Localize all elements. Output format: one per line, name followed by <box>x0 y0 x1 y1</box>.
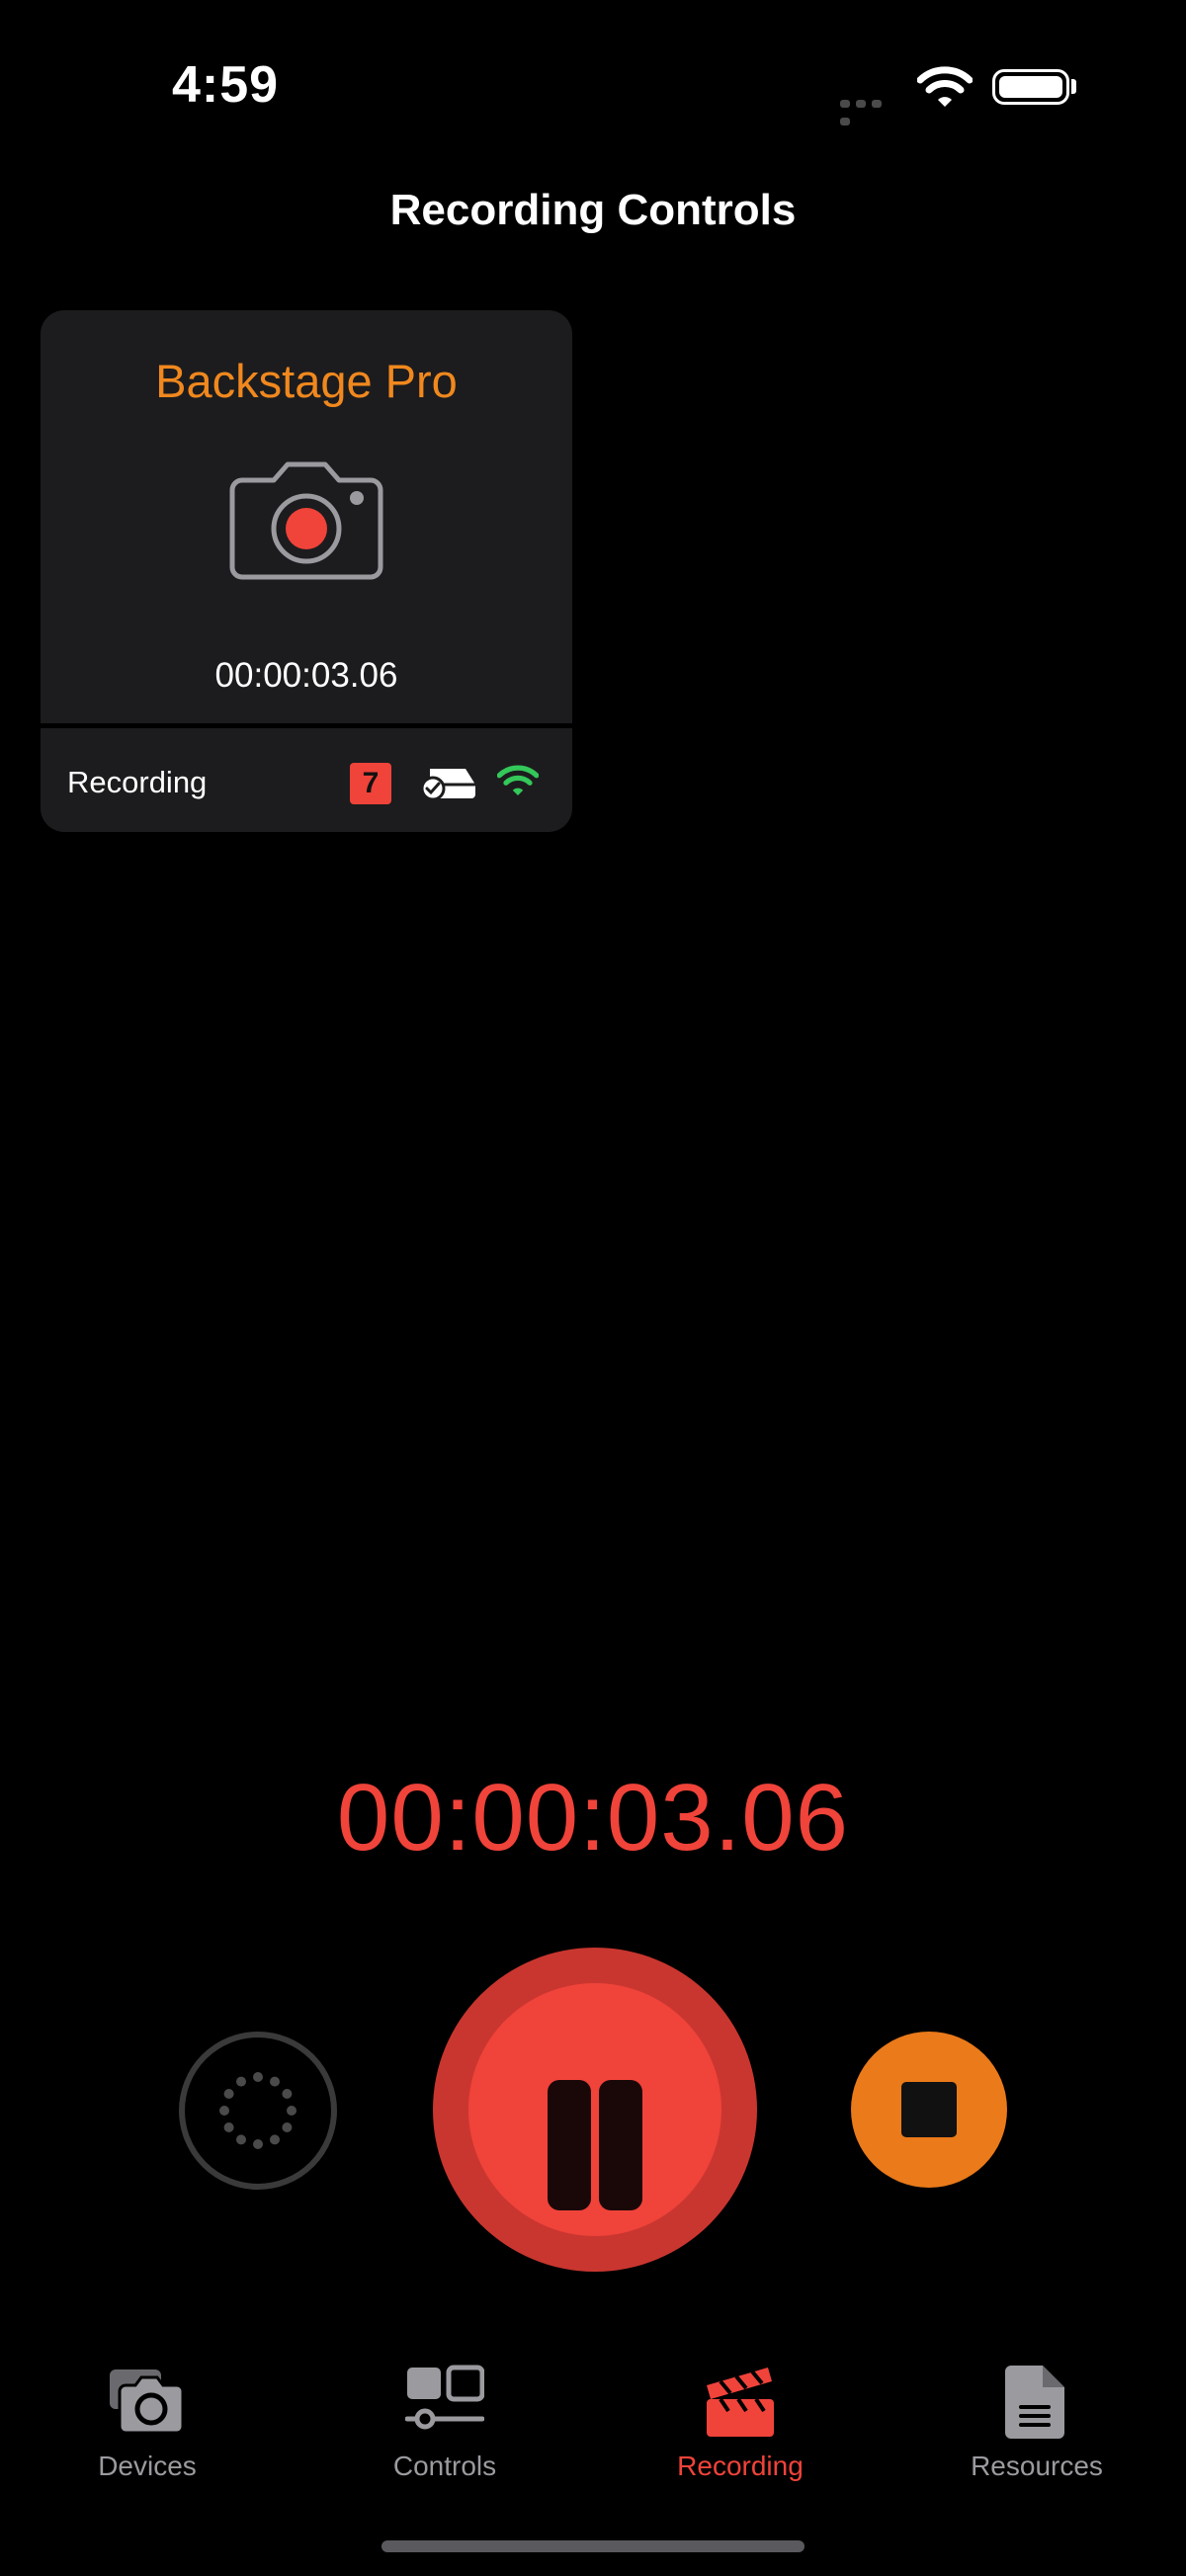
media-count-badge: 7 <box>350 763 391 804</box>
battery-tip <box>1071 79 1076 94</box>
clapperboard-icon <box>707 2368 774 2437</box>
device-name: Backstage Pro <box>155 355 458 407</box>
pause-icon <box>468 1983 721 2236</box>
devices-camera-icon <box>110 2369 185 2435</box>
tab-label: Controls <box>392 2451 497 2481</box>
device-card[interactable]: Backstage Pro 00:00:03.06 Recording 7 <box>41 310 572 832</box>
pause-button[interactable] <box>433 1948 757 2272</box>
page-title: Recording Controls <box>389 186 797 234</box>
tab-label: Recording <box>677 2451 804 2481</box>
card-divider <box>41 723 572 728</box>
home-indicator[interactable] <box>381 2540 805 2552</box>
recording-timecode: 00:00:03.06 <box>336 1765 850 1870</box>
loading-button[interactable] <box>179 2032 337 2190</box>
status-time: 4:59 <box>172 56 280 114</box>
loading-spinner-icon <box>219 2072 296 2149</box>
tab-label: Devices <box>98 2451 197 2481</box>
controls-icon <box>405 2365 484 2430</box>
device-timecode: 00:00:03.06 <box>214 656 398 695</box>
stop-button[interactable] <box>851 2032 1007 2188</box>
document-icon <box>1005 2366 1064 2439</box>
wifi-icon <box>917 66 973 107</box>
device-status: Recording <box>67 765 208 799</box>
media-drive-check-icon <box>420 769 475 800</box>
camera-recording-icon <box>229 461 383 580</box>
stop-icon <box>901 2082 957 2137</box>
wifi-icon <box>497 765 539 795</box>
battery-icon <box>992 69 1069 105</box>
tab-label: Resources <box>971 2451 1103 2481</box>
cellular-icon <box>840 95 901 125</box>
